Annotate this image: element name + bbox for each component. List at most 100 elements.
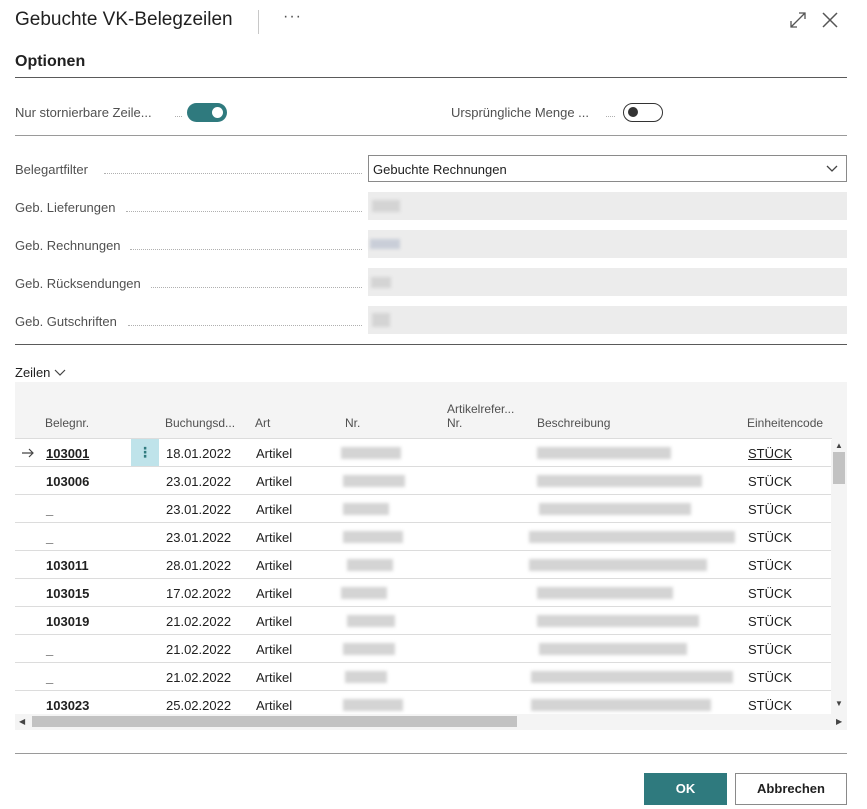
- redacted-no: [343, 643, 395, 655]
- redacted-no: [341, 587, 387, 599]
- redacted-description: [537, 475, 702, 487]
- leader-dots: [128, 325, 362, 326]
- table-row[interactable]: 103015 17.02.2022 Artikel STÜCK: [15, 578, 832, 607]
- cell-uom: STÜCK: [748, 670, 793, 685]
- arrow-right-icon: [22, 448, 34, 458]
- col-header-item-ref[interactable]: Artikelrefer... Nr.: [447, 402, 514, 430]
- cell-uom: STÜCK: [748, 446, 793, 461]
- cell-posting-date: 17.02.2022: [166, 586, 232, 601]
- credit-memos-field[interactable]: [368, 306, 847, 334]
- cell-posting-date: 28.01.2022: [166, 558, 232, 573]
- returns-field[interactable]: [368, 268, 847, 296]
- col-header-uom[interactable]: Einheitencode: [747, 416, 823, 430]
- col-header-type[interactable]: Art: [255, 416, 270, 430]
- table-row[interactable]: _ 23.01.2022 Artikel STÜCK: [15, 494, 832, 523]
- cell-type: Artikel: [256, 586, 293, 601]
- redacted-description: [539, 503, 691, 515]
- col-header-posting-date[interactable]: Buchungsd...: [165, 416, 235, 430]
- col-header-doc-no[interactable]: Belegnr.: [45, 416, 89, 430]
- doc-type-filter-label: Belegartfilter: [15, 162, 88, 177]
- cell-uom: STÜCK: [748, 502, 793, 517]
- cell-posting-date: 23.01.2022: [166, 502, 232, 517]
- redacted-no: [341, 447, 401, 459]
- cell-type: Artikel: [256, 558, 293, 573]
- cell-uom: STÜCK: [748, 558, 793, 573]
- scroll-up-icon[interactable]: ▲: [835, 441, 843, 450]
- more-options-icon[interactable]: ···: [283, 8, 302, 26]
- redacted-description: [539, 643, 687, 655]
- expand-icon[interactable]: [788, 10, 808, 30]
- redacted-description: [531, 671, 733, 683]
- cell-doc-no: 103011: [46, 558, 89, 573]
- redacted-description: [529, 531, 735, 543]
- shipments-field[interactable]: [368, 192, 847, 220]
- toggle-original-quantity[interactable]: [623, 103, 663, 122]
- cell-posting-date: 21.02.2022: [166, 670, 232, 685]
- vertical-scroll-thumb[interactable]: [833, 452, 845, 484]
- table-row[interactable]: 103006 23.01.2022 Artikel STÜCK: [15, 466, 832, 495]
- col-header-no[interactable]: Nr.: [345, 416, 360, 430]
- dialog-title: Gebuchte VK-Belegzeilen: [15, 9, 233, 30]
- toggle-original-qty-label: Ursprüngliche Menge ...: [451, 105, 590, 120]
- col-header-item-ref-line2: Nr.: [447, 416, 463, 430]
- table-row[interactable]: _ 21.02.2022 Artikel STÜCK: [15, 662, 832, 691]
- leader-dots: [130, 249, 362, 250]
- doc-type-filter-select[interactable]: Gebuchte Rechnungen: [368, 155, 847, 182]
- redacted-no: [345, 671, 387, 683]
- invoices-label: Geb. Rechnungen: [15, 238, 121, 253]
- toggle-cancelable-lines[interactable]: [187, 103, 227, 122]
- cell-uom: STÜCK: [748, 698, 793, 713]
- cell-type: Artikel: [256, 474, 293, 489]
- table-row[interactable]: 103011 28.01.2022 Artikel STÜCK: [15, 550, 832, 579]
- leader-dots: [151, 287, 362, 288]
- chevron-down-icon: [54, 369, 66, 376]
- cell-uom: STÜCK: [748, 474, 793, 489]
- cell-type: Artikel: [256, 530, 293, 545]
- redacted-no: [343, 503, 389, 515]
- horizontal-scroll-thumb[interactable]: [32, 716, 517, 727]
- cell-doc-no: 103015: [46, 586, 90, 601]
- col-header-item-ref-line1: Artikelrefer...: [447, 402, 515, 416]
- table-row[interactable]: 103001 ⋮ 18.01.2022 Artikel STÜCK: [15, 438, 832, 467]
- scroll-down-icon[interactable]: ▼: [835, 699, 843, 708]
- table-row[interactable]: 103019 21.02.2022 Artikel STÜCK: [15, 606, 832, 635]
- row-actions-icon[interactable]: ⋮: [131, 439, 159, 467]
- options-section-title: Optionen: [15, 53, 86, 70]
- scroll-right-icon[interactable]: ▶: [836, 717, 842, 726]
- table-row[interactable]: _ 21.02.2022 Artikel STÜCK: [15, 634, 832, 663]
- credit-memos-label: Geb. Gutschriften: [15, 314, 117, 329]
- redacted-description: [537, 615, 699, 627]
- cell-doc-no: _: [46, 670, 54, 685]
- cell-type: Artikel: [256, 614, 293, 629]
- cell-posting-date: 23.01.2022: [166, 474, 232, 489]
- cancel-button[interactable]: Abbrechen: [735, 773, 847, 805]
- cell-uom: STÜCK: [748, 614, 793, 629]
- redacted-description: [529, 559, 707, 571]
- cell-uom: STÜCK: [748, 530, 793, 545]
- title-divider: [258, 10, 259, 34]
- cell-doc-no: 103006: [46, 474, 90, 489]
- redacted-no: [343, 531, 403, 543]
- col-header-description[interactable]: Beschreibung: [537, 416, 610, 430]
- ok-button[interactable]: OK: [644, 773, 727, 805]
- cell-type: Artikel: [256, 642, 293, 657]
- redacted-no: [347, 615, 395, 627]
- redacted-no: [343, 699, 403, 711]
- cell-type: Artikel: [256, 446, 293, 461]
- lines-section-toggle[interactable]: Zeilen: [15, 365, 66, 380]
- cell-type: Artikel: [256, 502, 293, 517]
- cell-uom: STÜCK: [748, 586, 793, 601]
- leader-dots: [175, 116, 182, 117]
- leader-dots: [104, 173, 362, 174]
- divider: [15, 135, 847, 136]
- cell-doc-no: _: [46, 642, 54, 657]
- footer-divider: [15, 753, 847, 754]
- scroll-left-icon[interactable]: ◀: [19, 717, 25, 726]
- invoices-field[interactable]: [368, 230, 847, 258]
- table-row[interactable]: _ 23.01.2022 Artikel STÜCK: [15, 522, 832, 551]
- close-icon[interactable]: [820, 10, 840, 30]
- lines-grid: Belegnr. Buchungsd... Art Nr. Artikelref…: [15, 382, 847, 730]
- cell-posting-date: 21.02.2022: [166, 642, 232, 657]
- chevron-down-icon: [826, 165, 838, 172]
- cell-doc-no[interactable]: 103001: [46, 446, 89, 461]
